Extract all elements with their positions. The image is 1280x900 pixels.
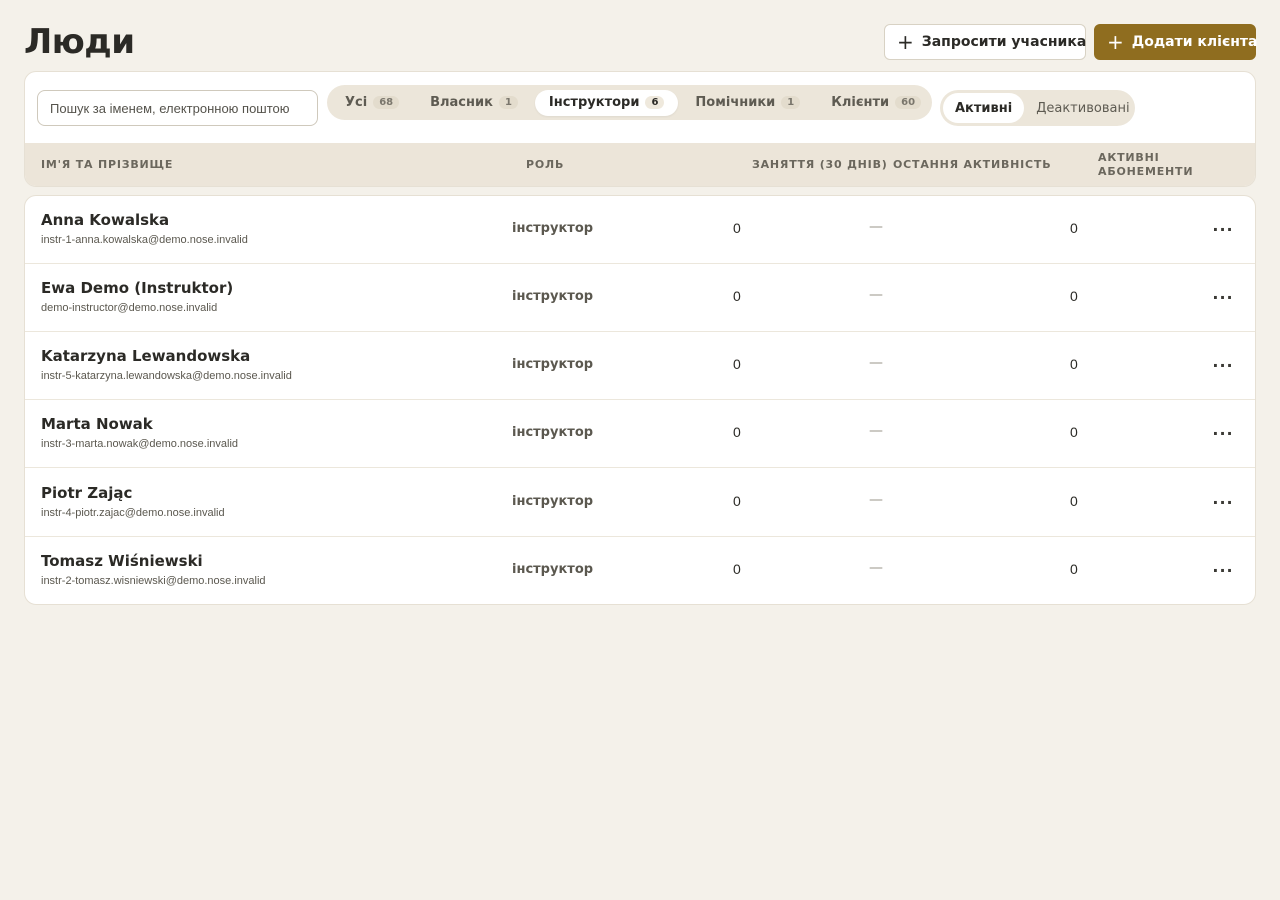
people-page: Люди + Запросити учасника + Додати клієн… (0, 0, 1280, 900)
person-cell: Marta Nowak instr-3-marta.nowak@demo.nos… (41, 414, 238, 450)
last-activity-cell: — (869, 287, 883, 303)
person-name[interactable]: Tomasz Wiśniewski (41, 551, 266, 571)
tab-count-badge: 60 (895, 96, 922, 109)
person-name[interactable]: Anna Kowalska (41, 210, 248, 230)
tab-assistants[interactable]: Помічники 1 (681, 90, 814, 116)
header-actions: + Запросити учасника + Додати клієнта (884, 24, 1258, 60)
status-active-option[interactable]: Активні (943, 93, 1025, 123)
last-activity-cell: — (869, 219, 883, 235)
role-cell: інструктор (512, 357, 594, 372)
subscriptions-cell: 0 (1070, 288, 1078, 304)
subscriptions-cell: 0 (1070, 424, 1078, 440)
table-row[interactable]: Anna Kowalska instr-1-anna.kowalska@demo… (25, 196, 1255, 264)
last-activity-cell: — (869, 560, 883, 576)
role-cell: інструктор (512, 494, 594, 509)
page-title: Люди (24, 22, 135, 62)
column-header-last-activity[interactable]: Остання активність (893, 158, 1051, 172)
sessions-cell: 0 (733, 493, 741, 509)
role-cell: інструктор (512, 289, 594, 304)
tab-label: Помічники (695, 95, 776, 110)
person-email: demo-instructor@demo.nose.invalid (41, 302, 218, 314)
subscriptions-cell: 0 (1070, 220, 1078, 236)
sessions-cell: 0 (733, 220, 741, 236)
sessions-cell: 0 (733, 424, 741, 440)
person-name[interactable]: Marta Nowak (41, 414, 238, 434)
person-cell: Katarzyna Lewandowska instr-5-katarzyna.… (41, 346, 292, 382)
person-email: instr-1-anna.kowalska@demo.nose.invalid (41, 234, 248, 246)
people-table-body: Anna Kowalska instr-1-anna.kowalska@demo… (24, 195, 1256, 605)
person-name[interactable]: Piotr Zając (41, 483, 225, 503)
person-name[interactable]: Katarzyna Lewandowska (41, 346, 292, 366)
last-activity-cell: — (869, 423, 883, 439)
sessions-cell: 0 (733, 356, 741, 372)
table-row[interactable]: Tomasz Wiśniewski instr-2-tomasz.wisniew… (25, 537, 1255, 604)
person-email: instr-4-piotr.zajac@demo.nose.invalid (41, 507, 225, 519)
sessions-cell: 0 (733, 561, 741, 577)
toolbar-card: Усі 68 Власник 1 Інструктори 6 Помічники… (24, 71, 1256, 187)
person-cell: Piotr Zając instr-4-piotr.zajac@demo.nos… (41, 483, 225, 519)
status-deactivated-option[interactable]: Деактивовані (1024, 93, 1141, 123)
subscriptions-cell: 0 (1070, 356, 1078, 372)
person-email: instr-3-marta.nowak@demo.nose.invalid (41, 438, 239, 450)
more-horizontal-icon[interactable]: ··· (1209, 352, 1237, 378)
more-horizontal-icon[interactable]: ··· (1209, 216, 1237, 242)
subscriptions-cell: 0 (1070, 561, 1078, 577)
person-cell: Tomasz Wiśniewski instr-2-tomasz.wisniew… (41, 551, 266, 587)
table-row[interactable]: Katarzyna Lewandowska instr-5-katarzyna.… (25, 332, 1255, 400)
column-header-role[interactable]: Роль (526, 158, 564, 172)
status-toggle: Активні Деактивовані (940, 90, 1135, 126)
more-horizontal-icon[interactable]: ··· (1209, 557, 1237, 583)
more-horizontal-icon[interactable]: ··· (1209, 420, 1237, 446)
tab-owner[interactable]: Власник 1 (416, 90, 532, 116)
person-name[interactable]: Ewa Demo (Instruktor) (41, 278, 233, 298)
tab-count-badge: 1 (498, 96, 518, 109)
role-cell: інструктор (512, 221, 594, 236)
table-row[interactable]: Marta Nowak instr-3-marta.nowak@demo.nos… (25, 400, 1255, 468)
tab-label: Клієнти (831, 95, 890, 110)
add-client-label: Додати клієнта (1131, 34, 1258, 50)
tab-label: Інструктори (548, 95, 640, 110)
tab-label: Усі (345, 95, 368, 110)
more-horizontal-icon[interactable]: ··· (1209, 284, 1237, 310)
tab-count-badge: 6 (645, 96, 665, 109)
tab-count-badge: 1 (781, 96, 801, 109)
last-activity-cell: — (869, 355, 883, 371)
plus-icon: + (897, 30, 914, 54)
add-client-button[interactable]: + Додати клієнта (1094, 24, 1258, 60)
tab-count-badge: 68 (373, 96, 400, 109)
invite-member-button[interactable]: + Запросити учасника (884, 24, 1086, 60)
last-activity-cell: — (869, 492, 883, 508)
column-header-sessions[interactable]: Заняття (30 днів) (752, 158, 888, 172)
role-tabs: Усі 68 Власник 1 Інструктори 6 Помічники… (327, 85, 932, 120)
role-cell: інструктор (512, 562, 594, 577)
tab-instructors[interactable]: Інструктори 6 (534, 89, 679, 116)
more-horizontal-icon[interactable]: ··· (1209, 489, 1237, 515)
person-cell: Anna Kowalska instr-1-anna.kowalska@demo… (41, 210, 248, 246)
tab-clients[interactable]: Клієнти 60 (817, 90, 935, 116)
plus-icon: + (1107, 30, 1124, 54)
person-cell: Ewa Demo (Instruktor) demo-instructor@de… (41, 278, 233, 314)
table-row[interactable]: Ewa Demo (Instruktor) demo-instructor@de… (25, 264, 1255, 332)
search-input[interactable] (37, 90, 318, 126)
role-cell: інструктор (512, 425, 594, 440)
table-header: Ім'я та прізвище Роль Заняття (30 днів) … (25, 143, 1255, 186)
table-row[interactable]: Piotr Zając instr-4-piotr.zajac@demo.nos… (25, 469, 1255, 537)
subscriptions-cell: 0 (1070, 493, 1078, 509)
person-email: instr-5-katarzyna.lewandowska@demo.nose.… (41, 370, 292, 382)
tab-all[interactable]: Усі 68 (331, 90, 413, 116)
invite-member-label: Запросити учасника (921, 34, 1087, 50)
column-header-name[interactable]: Ім'я та прізвище (41, 158, 173, 172)
column-header-subscriptions[interactable]: Активні абонементи (1098, 151, 1208, 179)
sessions-cell: 0 (733, 288, 741, 304)
person-email: instr-2-tomasz.wisniewski@demo.nose.inva… (41, 575, 266, 587)
tab-label: Власник (430, 95, 493, 110)
